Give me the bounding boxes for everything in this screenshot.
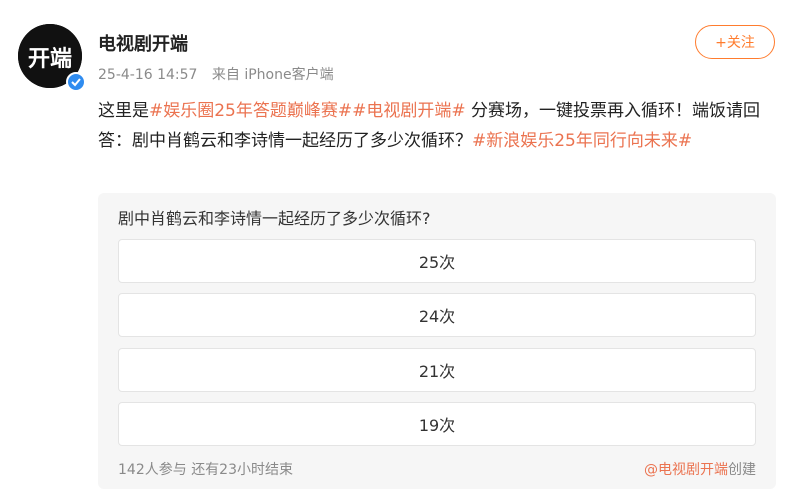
hashtag-link[interactable]: #娱乐圈25年答题巅峰赛# [149,101,352,121]
poll-question: 剧中肖鹤云和李诗情一起经历了多少次循环? [118,209,431,228]
poll-creator-suffix: 创建 [728,462,756,478]
avatar-logo-text: 开端 [28,47,72,72]
post-source: 来自 iPhone客户端 [211,67,334,83]
follow-button-label: +关注 [715,35,755,51]
poll-participants: 142人参与 [118,462,187,478]
poll-option[interactable]: 25次 [118,239,756,283]
post-meta: 25-4-16 14:57 来自 iPhone客户端 [98,64,344,84]
post-timestamp[interactable]: 25-4-16 14:57 [98,67,197,83]
poll-creator: @电视剧开端创建 [644,459,756,479]
post-text-prefix: 这里是 [98,101,149,121]
post-content: 这里是#娱乐圈25年答题巅峰赛##电视剧开端# 分赛场，一键投票再入循环！端饭请… [98,96,774,156]
verified-badge-icon [66,72,86,92]
poll-option[interactable]: 21次 [118,348,756,392]
account-name[interactable]: 电视剧开端 [98,30,188,56]
poll-card: 剧中肖鹤云和李诗情一起经历了多少次循环? 25次 24次 21次 19次 142… [98,193,776,489]
poll-option[interactable]: 19次 [118,402,756,446]
poll-creator-link[interactable]: @电视剧开端 [644,462,728,478]
follow-button[interactable]: +关注 [695,25,775,59]
poll-remaining-time: 还有23小时结束 [191,462,294,478]
poll-option[interactable]: 24次 [118,293,756,337]
poll-status: 142人参与 还有23小时结束 [118,459,293,479]
hashtag-link[interactable]: #电视剧开端# [352,101,466,121]
hashtag-link[interactable]: #新浪娱乐25年同行向未来# [472,131,692,151]
